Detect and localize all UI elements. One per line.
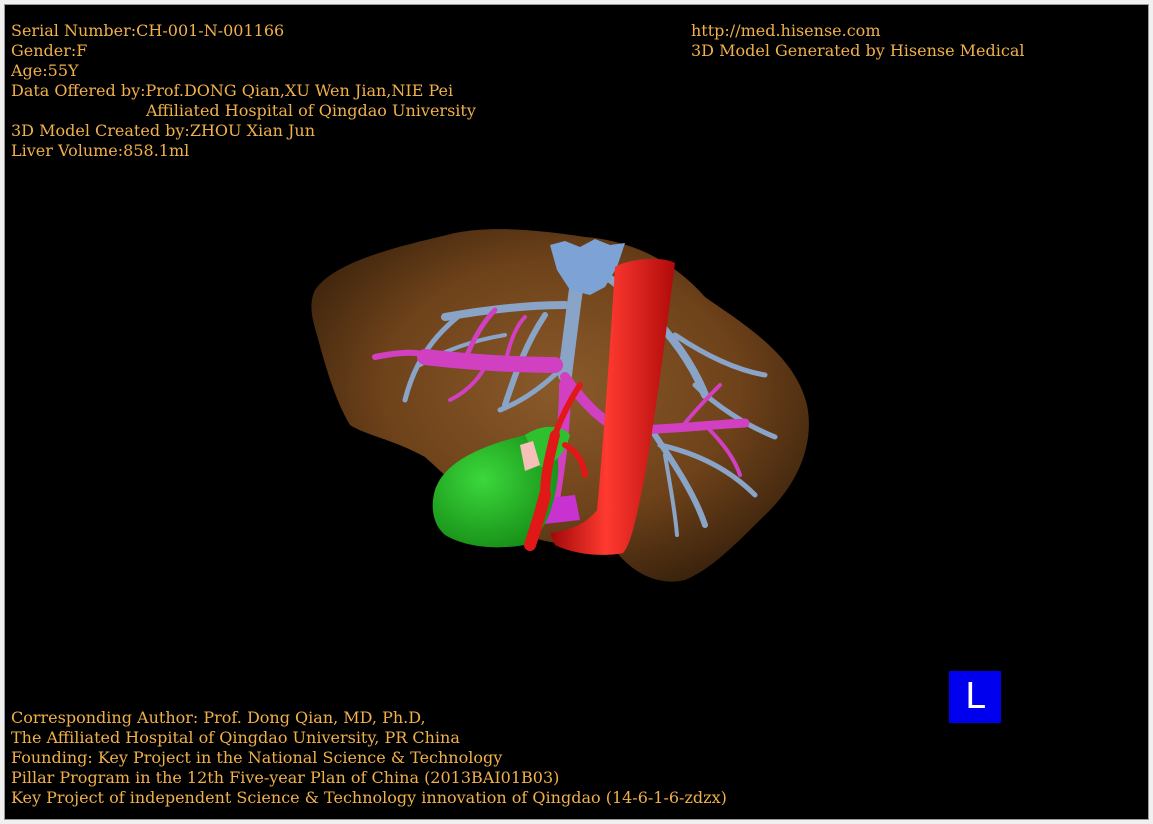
3d-viewport[interactable]: Serial Number:CH-001-N-001166 Gender:F A… — [4, 4, 1149, 820]
credits-line-1: Corresponding Author: Prof. Dong Qian, M… — [11, 708, 426, 727]
model-created-by: 3D Model Created by:ZHOU Xian Jun — [11, 121, 316, 140]
patient-info: Serial Number:CH-001-N-001166 Gender:F A… — [11, 21, 476, 161]
gender: Gender:F — [11, 41, 88, 60]
vendor-info: http://med.hisense.com 3D Model Generate… — [691, 21, 1024, 61]
age: Age:55Y — [11, 61, 79, 80]
generated-by: 3D Model Generated by Hisense Medical — [691, 41, 1025, 60]
credits-line-4: Pillar Program in the 12th Five-year Pla… — [11, 768, 560, 787]
orientation-marker-left[interactable]: L — [949, 671, 1001, 723]
credits-line-5: Key Project of independent Science & Tec… — [11, 788, 727, 807]
liver-volume: Liver Volume:858.1ml — [11, 141, 190, 160]
credits-line-2: The Affiliated Hospital of Qingdao Unive… — [11, 728, 460, 747]
credits: Corresponding Author: Prof. Dong Qian, M… — [11, 708, 727, 808]
hospital-name: Affiliated Hospital of Qingdao Universit… — [146, 101, 476, 120]
vendor-url: http://med.hisense.com — [691, 21, 881, 40]
credits-line-3: Founding: Key Project in the National Sc… — [11, 748, 503, 767]
data-offered-by: Data Offered by:Prof.DONG Qian,XU Wen Ji… — [11, 81, 454, 100]
serial-number: Serial Number:CH-001-N-001166 — [11, 21, 285, 40]
